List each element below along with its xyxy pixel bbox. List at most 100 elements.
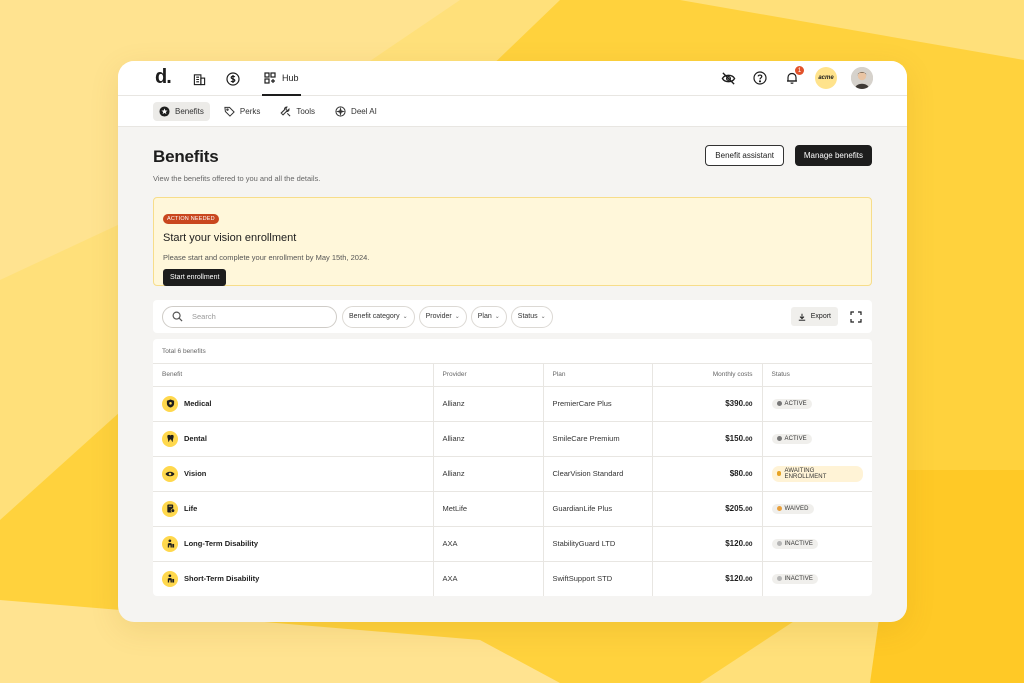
cost-cell: $120.00 [651,526,762,562]
cost-main: $120. [725,574,746,584]
cost-cell: $205.00 [651,491,762,527]
filter-benefit-category[interactable]: Benefit category ⌄ [342,305,415,328]
status-cell: AWAITING ENROLLMENT [761,456,872,492]
cost-main: $390. [725,399,746,408]
deel-logo[interactable]: d. [155,66,172,89]
subnav-item-perks[interactable]: Perks [218,102,266,121]
column-header-benefit[interactable]: Benefit [153,364,433,387]
status-label: ACTIVE [784,435,807,442]
status-dot [776,541,782,546]
cost-main: $205. [725,504,746,513]
total-count: Total 6 benefits [153,339,872,364]
table: Benefit Provider Plan Monthly costs Stat… [153,364,872,596]
search-icon [172,311,183,322]
fullscreen-icon[interactable] [850,310,862,323]
avatar[interactable] [851,67,873,89]
status-cell: WAIVED [761,491,872,527]
benefit-cell: Short-Term Disability [162,570,424,587]
benefit-name: Vision [184,469,207,478]
bell-icon[interactable]: 1 [783,66,804,87]
alert-title: Start your vision enrollment [163,232,297,244]
plan-cell: StabilityGuard LTD [542,526,652,562]
filter-label: Plan [477,313,492,320]
column-header-status[interactable]: Status [761,364,872,387]
table-row[interactable]: Short-Term Disability AXA SwiftSupport S… [153,561,872,596]
status-cell: INACTIVE [761,561,872,596]
filter-provider[interactable]: Provider ⌄ [418,305,467,328]
subnav-item-label: Perks [239,106,261,116]
cost-main: $150. [725,434,746,443]
provider-cell: Allianz [432,386,543,422]
cost-main: $120. [725,539,746,548]
chevron-down-icon: ⌄ [540,314,546,320]
plan-cell: ClearVision Standard [542,456,652,492]
sub-navbar: Benefits Perks Tools Deel AI [118,96,907,127]
chevron-down-icon: ⌄ [402,314,408,320]
status-label: INACTIVE [784,575,813,582]
start-enrollment-button[interactable]: Start enrollment [163,269,227,286]
filter-plan[interactable]: Plan ⌄ [470,305,507,328]
org-logo[interactable]: acme [815,67,837,89]
column-header-monthly-costs[interactable]: Monthly costs [651,364,762,387]
subnav-item-label: Tools [296,106,316,116]
benefit-name: Dental [184,434,207,443]
subnav-item-benefits[interactable]: Benefits [153,101,210,121]
provider-cell: MetLife [432,491,543,527]
help-icon[interactable] [751,69,769,87]
provider-cell: Allianz [432,456,543,492]
benefit-cell: Vision [162,465,424,482]
alert-text: Please start and complete your enrollmen… [163,253,370,262]
cost-cents: 00 [745,436,753,443]
chevron-down-icon: ⌄ [494,314,500,320]
dollar-icon[interactable] [224,70,242,88]
tab-hub[interactable]: Hub [262,61,301,96]
chevron-down-icon: ⌄ [454,314,460,320]
status-label: WAIVED [784,505,809,512]
notification-badge: 1 [795,66,804,75]
filter-status[interactable]: Status ⌄ [510,305,553,328]
page-title: Benefits [153,147,219,166]
filter-label: Provider [425,313,452,320]
subnav-item-deel-ai[interactable]: Deel AI [329,102,383,121]
benefit-cell: Long-Term Disability [162,535,424,552]
benefit-name: Life [184,504,198,513]
eye-off-icon[interactable] [719,69,737,87]
page-header: Benefits View the benefits offered to yo… [153,127,872,187]
building-icon[interactable] [190,70,208,88]
table-row[interactable]: Long-Term Disability AXA StabilityGuard … [153,526,872,562]
column-header-provider[interactable]: Provider [432,364,543,387]
filter-label: Benefit category [349,313,400,320]
app-window: d. Hub 1 acme Benefits Perks Tools Deel … [118,61,907,622]
table-row[interactable]: Life MetLife GuardianLife Plus $205.00 W… [153,491,872,527]
tooth-icon [162,430,178,447]
download-icon [798,313,805,321]
tag-icon [224,106,235,117]
benefit-assistant-button[interactable]: Benefit assistant [705,145,784,166]
cost-cell: $80.00 [651,456,762,492]
column-header-plan[interactable]: Plan [542,364,652,387]
benefits-table: Total 6 benefits Benefit Provider Plan M… [153,339,872,596]
provider-cell: AXA [432,526,543,562]
table-row[interactable]: Medical Allianz PremierCare Plus $390.00… [153,386,872,422]
status-dot [776,506,782,511]
person-icon [162,570,178,587]
status-cell: ACTIVE [761,421,872,457]
status-label: AWAITING ENROLLMENT [784,467,827,480]
cost-cents: 00 [745,401,753,408]
search-input[interactable]: Search [162,305,337,328]
status-label: ACTIVE [784,400,807,407]
subnav-item-label: Benefits [175,106,204,116]
table-row[interactable]: Vision Allianz ClearVision Standard $80.… [153,456,872,492]
life-icon [162,500,178,517]
person-icon [162,535,178,552]
grid-icon [264,71,276,84]
manage-benefits-button[interactable]: Manage benefits [794,145,872,166]
top-navbar: d. Hub 1 acme [118,61,907,96]
table-row[interactable]: Dental Allianz SmileCare Premium $150.00… [153,421,872,457]
subnav-item-tools[interactable]: Tools [274,102,321,121]
export-button[interactable]: Export [790,307,838,326]
status-dot [776,401,782,406]
status-cell: ACTIVE [761,386,872,422]
search-placeholder: Search [192,312,216,321]
action-needed-badge: ACTION NEEDED [163,214,219,224]
